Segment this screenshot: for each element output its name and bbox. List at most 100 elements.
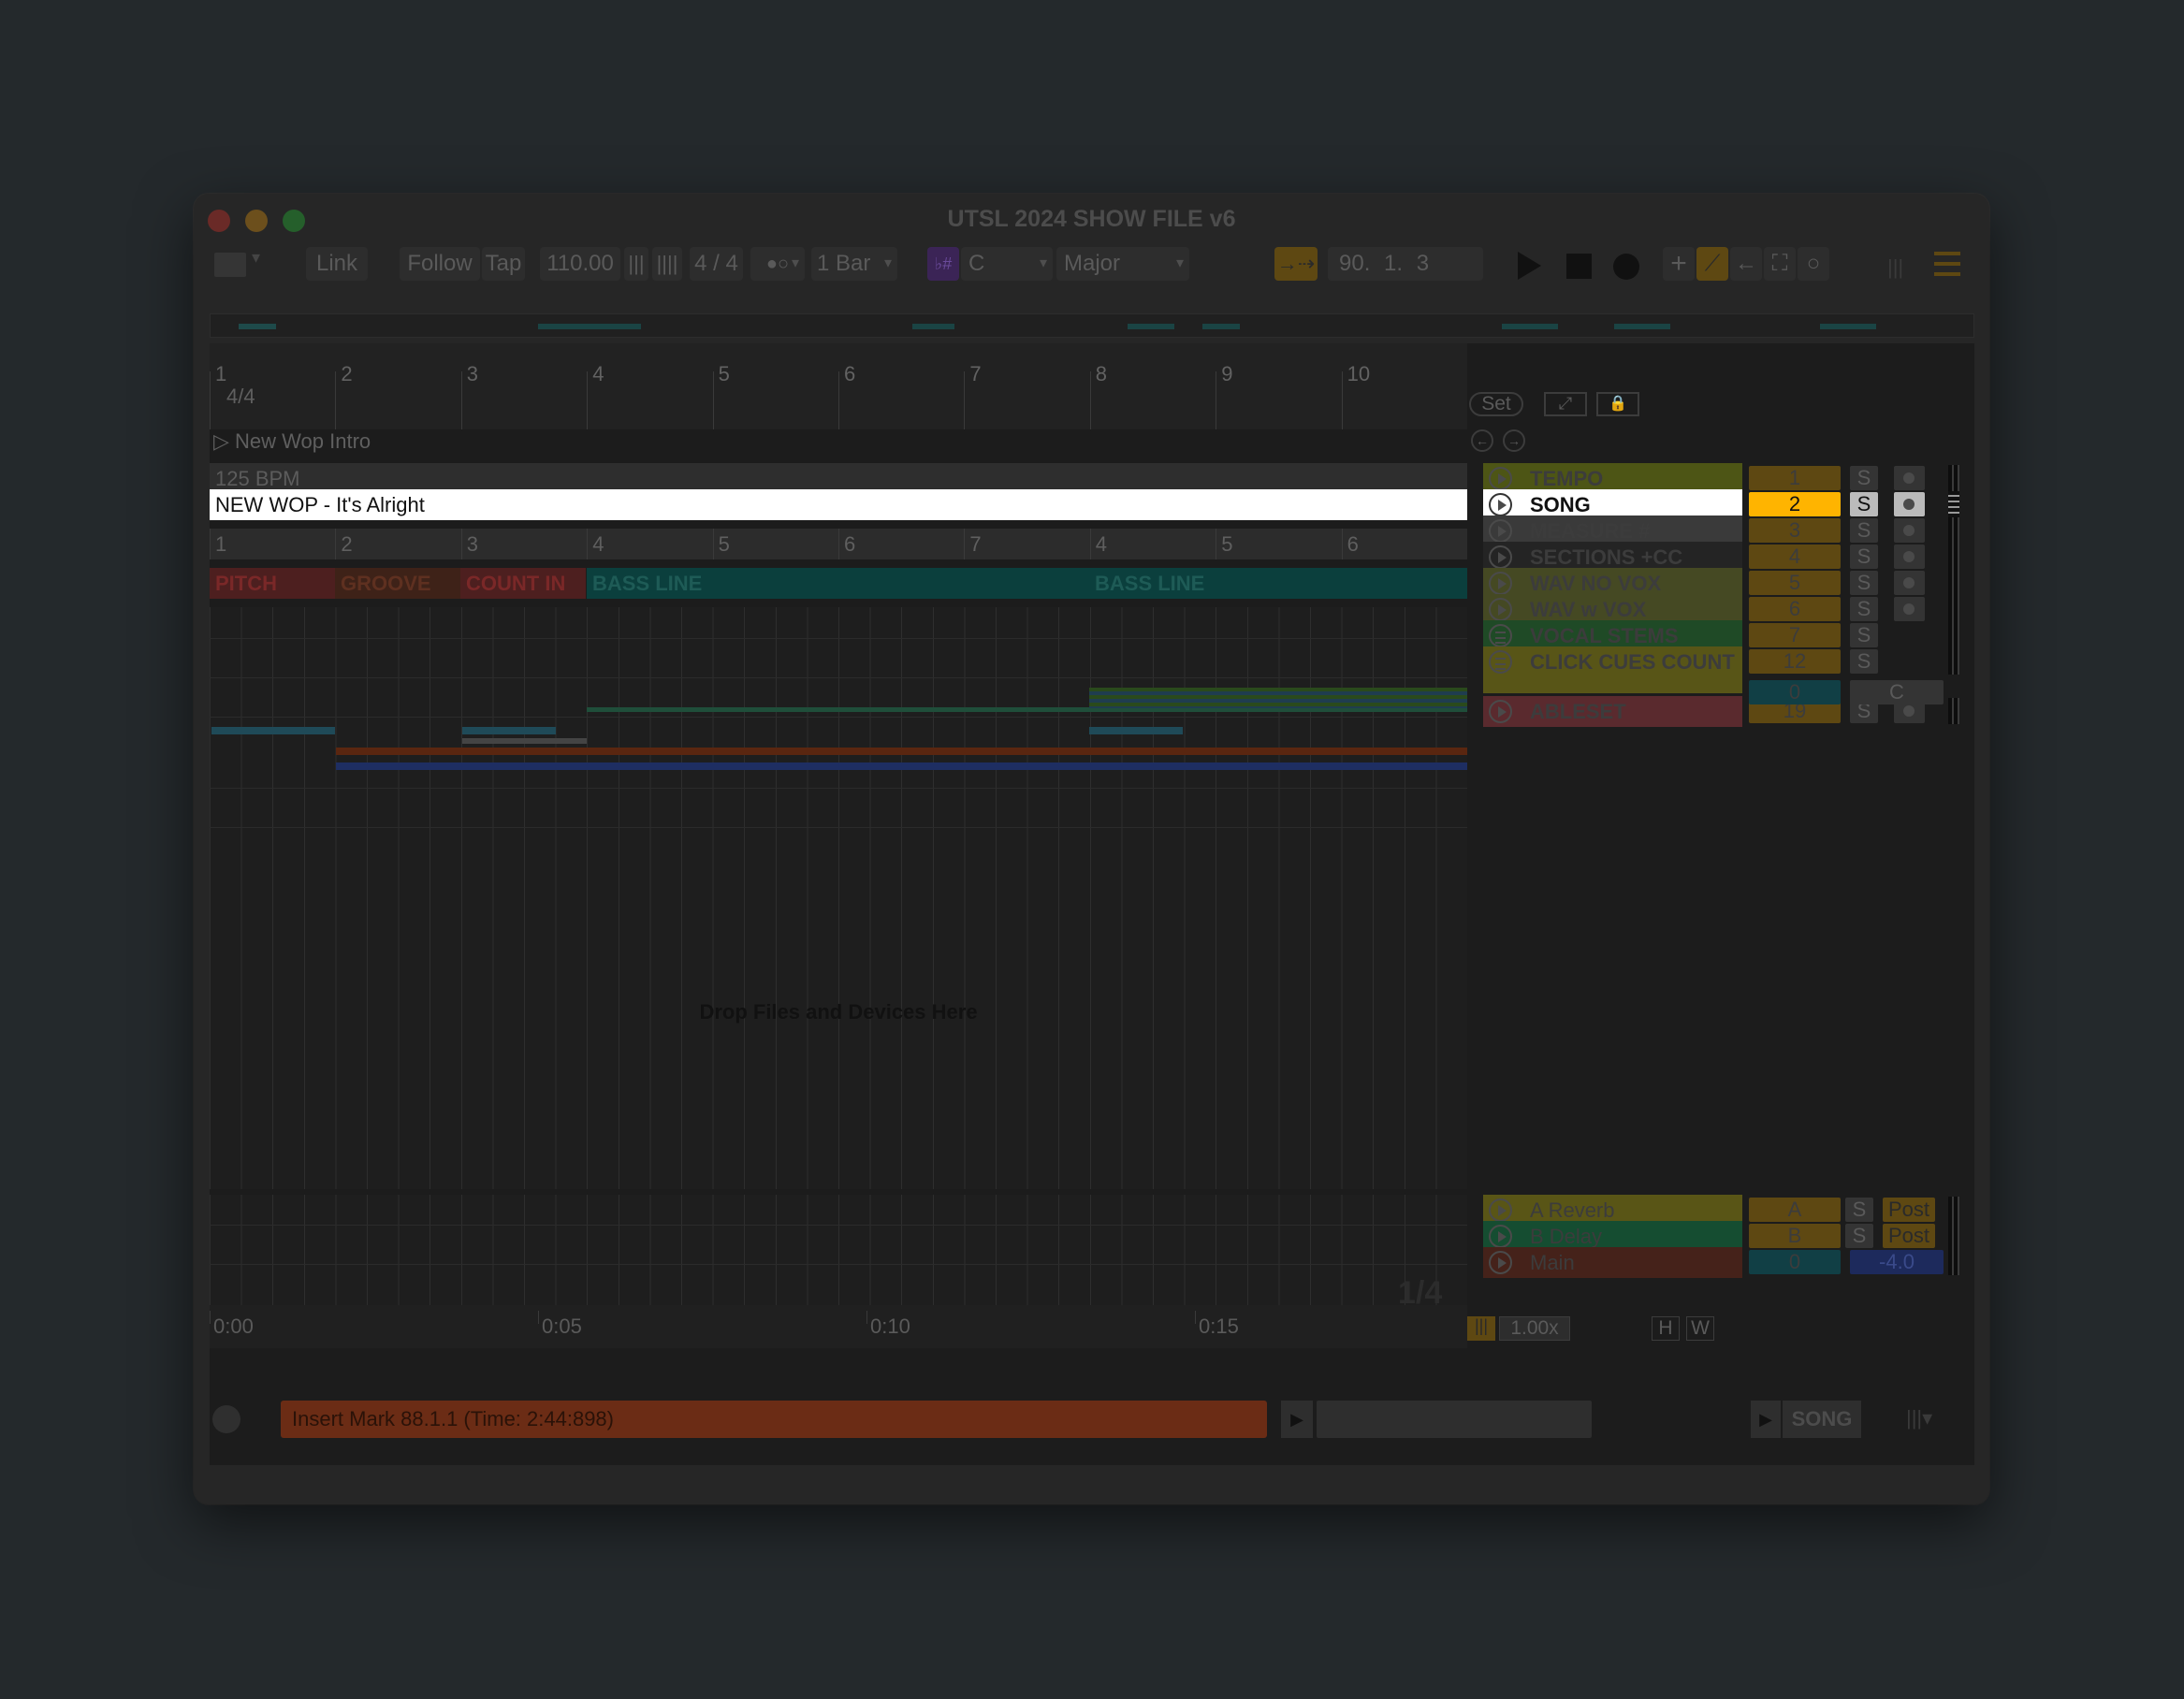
track-number-button[interactable]: 1 [1749,466,1841,490]
click-cue-clip[interactable] [1089,727,1183,734]
play-clip-icon[interactable] [1489,493,1512,516]
solo-button[interactable]: S [1850,545,1878,569]
view-toggle-icon[interactable] [214,253,246,277]
monitor-icon[interactable] [1894,492,1925,516]
play-clip-icon[interactable] [1489,545,1512,569]
click-c-button[interactable]: C [1850,680,1944,704]
metronome-icon[interactable]: ||| [624,247,648,281]
solo-button[interactable]: S [1850,649,1878,674]
main-volume-value[interactable]: -4.0 [1850,1250,1944,1274]
back-to-arrangement-icon[interactable]: ← [1730,247,1762,281]
click-cue-clip[interactable] [462,727,556,734]
time-ruler[interactable]: 0:00 0:05 0:10 0:15 [210,1305,1467,1348]
play-clip-icon[interactable] [1489,1251,1512,1274]
solo-button[interactable]: S [1850,518,1878,543]
session-record-icon[interactable]: ○ [1798,247,1829,281]
solo-button[interactable]: S [1850,623,1878,647]
play-clip-icon[interactable] [1489,519,1512,543]
tempo-field[interactable]: 110.00 [540,247,620,281]
section-clip[interactable]: COUNT IN [460,568,586,599]
monitor-icon[interactable] [1894,518,1925,543]
solo-button[interactable]: S [1850,571,1878,595]
automation-arm-icon[interactable]: ⟋ [1696,247,1728,281]
click-cue-clip[interactable] [462,738,587,744]
scale-dropdown[interactable]: Major [1056,247,1189,281]
play-clip-icon[interactable] [1489,467,1512,490]
audio-waveform-icon[interactable]: ||| [1467,1316,1495,1341]
track-number-button[interactable]: 7 [1749,623,1841,647]
solo-button[interactable]: S [1850,466,1878,490]
section-clip[interactable]: BASS LINE [587,568,1089,599]
info-icon[interactable] [212,1405,240,1433]
add-icon[interactable]: + [1663,247,1695,281]
quantize-dropdown[interactable]: 1 Bar [811,247,897,281]
selected-track-play-icon[interactable]: ▶ [1751,1401,1781,1438]
time-signature-field[interactable]: 4 / 4 [690,247,743,281]
record-button[interactable] [1613,254,1639,280]
follow-arrow-icon[interactable]: →⇢ [1274,247,1318,281]
song-position-field[interactable]: 90. 1. 3 [1328,247,1483,281]
arm-icon[interactable] [1894,597,1925,621]
status-play-icon[interactable]: ▶ [1281,1401,1313,1438]
track-header[interactable]: ABLESET [1483,696,1742,727]
zoom-field[interactable]: 1.00x [1499,1316,1570,1341]
measure-lane[interactable]: 1234567456 [210,529,1467,559]
return-lanes[interactable]: 1/4 [210,1195,1467,1311]
groove-icon[interactable]: |||| [652,247,682,281]
click-sub-value[interactable]: 0 [1749,680,1841,704]
track-number-button[interactable]: 3 [1749,518,1841,543]
lock-icon[interactable]: 🔒 [1596,392,1639,416]
arm-icon[interactable] [1894,466,1925,490]
group-icon[interactable] [1489,650,1512,674]
bar-ruler[interactable]: 1 2 3 4 5 6 7 8 9 10 4/4 ▷ New Wop Intro [210,343,1467,453]
draw-mode-icon[interactable]: ⤢ [1544,392,1587,416]
record-mode-dropdown[interactable]: ●○ [750,247,805,281]
solo-button[interactable]: S [1850,597,1878,621]
status-field[interactable] [1317,1401,1592,1438]
group-icon[interactable] [1489,624,1512,647]
play-clip-icon[interactable] [1489,572,1512,595]
track-header[interactable]: CLICK CUES COUNT [1483,646,1742,693]
arrangement-view[interactable]: 1 2 3 4 5 6 7 8 9 10 4/4 ▷ New Wop Intro 125 BPM … [210,343,1974,1465]
play-button[interactable] [1518,252,1541,280]
locator-marker[interactable]: ▷ New Wop Intro [213,429,371,454]
track-number-button[interactable]: 12 [1749,649,1841,674]
post-button[interactable]: Post [1883,1224,1935,1248]
set-button[interactable]: Set [1469,392,1523,416]
arm-icon[interactable] [1894,571,1925,595]
track-number-button[interactable]: 5 [1749,571,1841,595]
section-clip[interactable]: BASS LINE [1089,568,1467,599]
section-clip[interactable]: GROOVE [335,568,460,599]
monitor-icon[interactable] [1894,545,1925,569]
chevron-down-icon[interactable]: ▾ [252,248,260,268]
solo-button[interactable]: S [1845,1198,1873,1222]
time-signature-marker[interactable]: 4/4 [226,385,255,409]
track-number-button[interactable]: 6 [1749,597,1841,621]
track-number-button[interactable]: 4 [1749,545,1841,569]
play-clip-icon[interactable] [1489,700,1512,723]
previous-locator-icon[interactable]: ← [1471,429,1493,452]
main-track-header[interactable]: Main [1483,1247,1742,1278]
capture-icon[interactable]: ⛶ [1764,247,1796,281]
section-clip[interactable]: PITCH [210,568,335,599]
post-button[interactable]: Post [1883,1198,1935,1222]
click-cue-clip[interactable] [336,748,1467,755]
vocal-clip[interactable] [1089,688,1467,708]
play-clip-icon[interactable] [1489,598,1512,621]
solo-button[interactable]: S [1850,492,1878,516]
stop-button[interactable] [1566,254,1592,279]
next-locator-icon[interactable]: → [1503,429,1525,452]
click-cue-clip[interactable] [211,727,335,734]
follow-button[interactable]: Follow [400,247,480,281]
scale-mode-icon[interactable]: ♭# [927,247,959,281]
sections-lane[interactable]: PITCH GROOVE COUNT IN BASS LINE BASS LINE [210,568,1467,599]
return-letter-button[interactable]: B [1749,1224,1841,1248]
play-clip-icon[interactable] [1489,1198,1512,1222]
arrangement-overview[interactable] [210,313,1974,338]
key-dropdown[interactable]: C [961,247,1053,281]
click-cue-clip[interactable] [336,762,1467,770]
track-grid[interactable]: Drop Files and Devices Here [210,607,1467,1189]
link-button[interactable]: Link [306,247,368,281]
menu-icon[interactable] [1934,252,1960,276]
h-button[interactable]: H [1652,1316,1680,1341]
